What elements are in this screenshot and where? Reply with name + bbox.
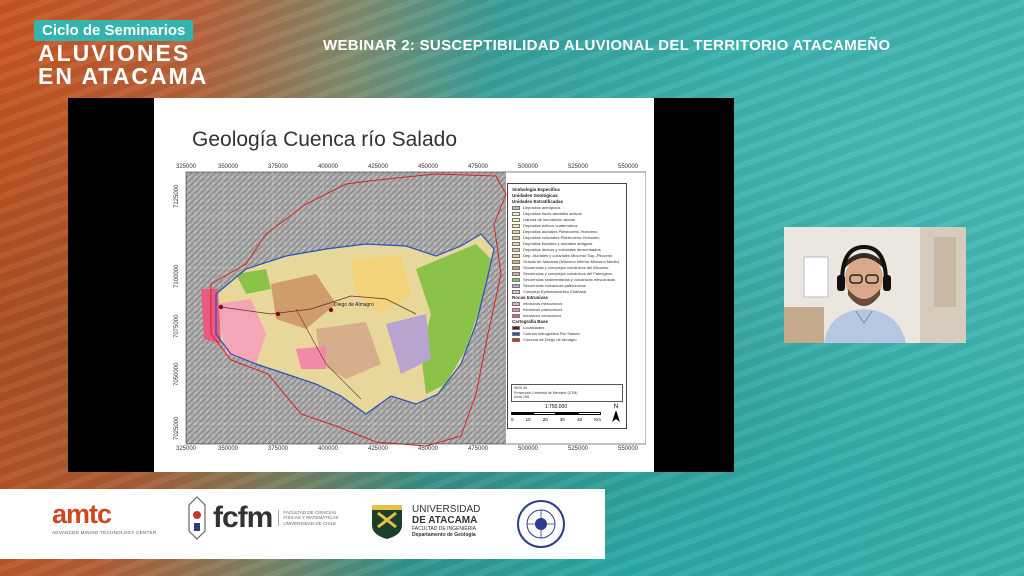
scale-label: 40 xyxy=(577,417,583,422)
fcfm-logo-sub: FACULTAD DE CIENCIAS FÍSICAS Y MATEMÁTIC… xyxy=(278,509,339,527)
legend-swatch xyxy=(512,248,520,252)
slide-title: Geología Cuenca río Salado xyxy=(192,128,458,151)
sgch-logo xyxy=(516,499,566,554)
fcfm-sub-line: FÍSICAS Y MATEMÁTICAS xyxy=(283,515,339,521)
x-tick-top-5: 450000 xyxy=(418,164,439,170)
legend-swatch xyxy=(512,206,520,210)
legend-swatch xyxy=(512,218,520,222)
scale-unit: Km xyxy=(594,417,601,422)
legend-swatch xyxy=(512,254,520,258)
x-tick-top-4: 425000 xyxy=(368,164,389,170)
legend-base-swatch xyxy=(512,332,520,336)
shared-screen: Geología Cuenca río Salado Diego de Alma… xyxy=(68,98,734,472)
fcfm-sub-line: UNIVERSIDAD DE CHILE xyxy=(283,520,337,526)
uda-title-line1: UNIVERSIDAD xyxy=(412,504,481,515)
north-arrow: N xyxy=(609,404,623,424)
legend-base-items: Localidades Cuenca hidrográfica Río Salad… xyxy=(512,325,622,343)
x-tick-bottom-5: 450000 xyxy=(418,446,439,452)
scale-label: 20 xyxy=(542,417,548,422)
x-tick-bottom-4: 425000 xyxy=(368,446,389,452)
uchile-crest-icon xyxy=(188,496,206,540)
x-tick-top-6: 475000 xyxy=(468,164,489,170)
fcfm-logo: fcfm FACULTAD DE CIENCIAS FÍSICAS Y MATE… xyxy=(185,495,338,541)
x-tick-bottom-9: 550000 xyxy=(618,446,639,452)
legend-base-label: Comuna de Diego de Almagro xyxy=(523,337,577,342)
x-tick-top-7: 500000 xyxy=(518,164,539,170)
x-tick-bottom-3: 400000 xyxy=(318,446,339,452)
legend-swatch xyxy=(512,242,520,246)
legend-intrusive-swatch xyxy=(512,302,520,306)
scale-label: 10 xyxy=(525,417,531,422)
x-tick-bottom-0: 325000 xyxy=(176,446,197,452)
x-tick-top-2: 375000 xyxy=(268,164,289,170)
scale-label: 0 xyxy=(511,417,514,422)
legend-base-swatch xyxy=(512,326,520,330)
uda-shield-icon xyxy=(372,505,402,539)
legend-intrusive-swatch xyxy=(512,314,520,318)
legend-swatch xyxy=(512,290,520,294)
x-tick-top-8: 525000 xyxy=(568,164,589,170)
legend-swatch xyxy=(512,224,520,228)
legend-swatch xyxy=(512,236,520,240)
uda-logo: UNIVERSIDAD DE ATACAMA FACULTAD DE INGEN… xyxy=(368,501,480,541)
legend-swatch xyxy=(512,260,520,264)
legend-intrusive-items: Intrusivos mesozoicos Intrusivos paleozoi… xyxy=(512,301,622,319)
amtc-logo-text: amtc xyxy=(52,499,112,529)
event-title-line2: EN ATACAMA xyxy=(38,63,209,89)
legend-base-swatch xyxy=(512,338,520,342)
legend-swatch xyxy=(512,284,520,288)
legend-base-item: Comuna de Diego de Almagro xyxy=(512,337,622,343)
sgch-seal-icon xyxy=(517,500,565,548)
y-tick-4: 7025000 xyxy=(174,416,180,440)
y-tick-2: 7075000 xyxy=(174,314,180,338)
north-arrow-icon xyxy=(612,410,620,422)
presentation-slide: Geología Cuenca río Salado Diego de Alma… xyxy=(154,98,654,472)
amtc-logo: amtc ADVANCED MINING TECHNOLOGY CENTER xyxy=(52,499,156,535)
series-tag: Ciclo de Seminarios xyxy=(34,20,194,41)
scale-graphic xyxy=(511,412,601,415)
scale-text: 1:750.000 xyxy=(544,404,568,410)
legend-swatch xyxy=(512,278,520,282)
legend-swatch xyxy=(512,230,520,234)
legend-swatch xyxy=(512,212,520,216)
event-title-line1: ALUVIONES xyxy=(38,40,191,66)
legend-intrusive-swatch xyxy=(512,308,520,312)
uda-logo-text: UNIVERSIDAD DE ATACAMA FACULTAD DE INGEN… xyxy=(412,504,480,538)
x-tick-top-1: 350000 xyxy=(218,164,239,170)
town-label: Diego de Almagro xyxy=(334,302,374,308)
legend-swatch xyxy=(512,266,520,270)
projection-info: WGS 84 Proyección Universal de Mercator … xyxy=(511,384,623,402)
fcfm-logo-text: fcfm xyxy=(213,501,273,534)
sponsor-footer: amtc ADVANCED MINING TECHNOLOGY CENTER f… xyxy=(0,489,605,559)
uda-sub-line2: Departamento de Geología xyxy=(412,532,476,538)
y-tick-1: 7100000 xyxy=(174,264,180,288)
uda-title-line2: DE ATACAMA xyxy=(412,515,478,526)
speaker-video xyxy=(784,227,966,343)
event-title: ALUVIONES EN ATACAMA xyxy=(38,42,208,88)
x-tick-top-9: 550000 xyxy=(618,164,639,170)
scale-label: 30 xyxy=(559,417,565,422)
x-tick-bottom-8: 525000 xyxy=(568,446,589,452)
locality-marker xyxy=(275,311,281,317)
y-tick-3: 7050000 xyxy=(174,362,180,386)
locality-marker xyxy=(328,307,334,313)
legend-swatch xyxy=(512,272,520,276)
y-tick-0: 7125000 xyxy=(174,184,180,208)
locality-marker xyxy=(218,304,224,310)
x-tick-bottom-2: 375000 xyxy=(268,446,289,452)
x-tick-top-0: 325000 xyxy=(176,164,197,170)
x-tick-bottom-1: 350000 xyxy=(218,446,239,452)
webinar-title: WEBINAR 2: SUSCEPTIBILIDAD ALUVIONAL DEL… xyxy=(323,37,891,54)
scale-bar: 1:750.000 0 10 20 30 40 Km xyxy=(511,404,601,424)
x-tick-bottom-6: 475000 xyxy=(468,446,489,452)
x-tick-bottom-7: 500000 xyxy=(518,446,539,452)
speaker-image xyxy=(784,227,966,343)
amtc-logo-sub: ADVANCED MINING TECHNOLOGY CENTER xyxy=(52,530,157,535)
x-tick-top-3: 400000 xyxy=(318,164,339,170)
info-line: Zona 19S xyxy=(514,395,530,399)
legend-items: Depósitos antrópicos Depósitos fluvio-alu… xyxy=(512,205,622,295)
